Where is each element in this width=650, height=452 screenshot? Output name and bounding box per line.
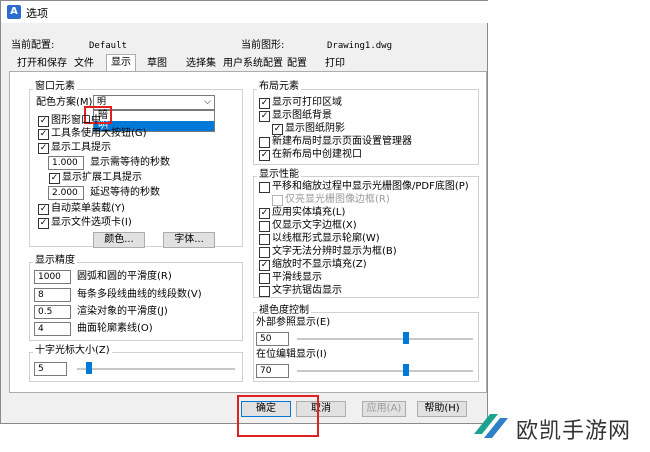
watermark-logo-icon — [474, 414, 508, 438]
checkbox-paper-background[interactable]: ✓ — [259, 111, 270, 122]
fonts-button[interactable]: 字体... — [163, 232, 215, 248]
tab-selection[interactable]: 选择集 — [182, 56, 220, 71]
tooltip-delay-input[interactable]: 1.000 — [48, 156, 84, 170]
title-bar: A 选项 — [1, 1, 489, 23]
wireframe-silhouette-label: 以线框形式显示轮廓(W) — [272, 233, 380, 244]
extended-delay-label: 延迟等待的秒数 — [90, 187, 160, 198]
watermark-text: 欧凯手游网 — [516, 419, 632, 444]
crosshair-size-input[interactable]: 5 — [34, 362, 67, 376]
checkbox-raster-pan-zoom[interactable] — [259, 182, 270, 193]
checkbox-large-buttons[interactable]: ✓ — [38, 129, 49, 140]
render-smoothness-label: 渲染对象的平滑度(J) — [77, 306, 168, 317]
checkbox-file-tabs[interactable]: ✓ — [38, 218, 49, 229]
checkbox-wireframe-silhouette[interactable] — [259, 234, 270, 245]
options-dialog: A 选项 当前配置: Default 当前图形: Drawing1.dwg 打开… — [0, 0, 489, 437]
crosshair-slider-thumb[interactable] — [86, 362, 92, 374]
fade-control-title: 褪色度控制 — [257, 305, 311, 317]
checkbox-page-setup-manager[interactable] — [259, 137, 270, 148]
contour-lines-label: 曲面轮廓素线(O) — [77, 323, 153, 334]
xref-fade-slider-thumb[interactable] — [403, 332, 409, 344]
no-fill-zoom-label: 缩放时不显示填充(Z) — [272, 259, 367, 270]
app-icon: A — [7, 5, 21, 19]
inplace-fade-slider-thumb[interactable] — [403, 364, 409, 376]
crosshair-slider-track — [77, 368, 235, 370]
xref-fade-input[interactable]: 50 — [256, 332, 289, 346]
text-antialias-label: 文字抗锯齿显示 — [272, 285, 342, 296]
large-buttons-label: 工具条使用大按钮(G) — [51, 128, 147, 139]
page-setup-manager-label: 新建布局时显示页面设置管理器 — [272, 136, 412, 147]
arc-smoothness-label: 圆弧和圆的平滑度(R) — [77, 271, 172, 282]
inplace-fade-slider-track — [297, 370, 473, 372]
current-profile-value: Default — [89, 41, 127, 51]
apply-button[interactable]: 应用(A) — [362, 401, 406, 417]
smooth-lines-label: 平滑线显示 — [272, 272, 322, 283]
crosshair-title: 十字光标大小(Z) — [33, 345, 112, 357]
raster-frame-only-label: 仅亮显光栅图像边框(R) — [285, 194, 390, 205]
checkbox-text-frame-only[interactable] — [259, 221, 270, 232]
checkbox-graphics-window[interactable]: ✓ — [38, 116, 49, 127]
tab-drafting[interactable]: 草图 — [143, 56, 171, 71]
display-precision-title: 显示精度 — [33, 255, 77, 267]
text-frame-only-label: 仅显示文字边框(X) — [272, 220, 357, 231]
extended-delay-input[interactable]: 2.000 — [48, 186, 84, 200]
tab-user-preferences[interactable]: 用户系统配置 — [219, 56, 287, 71]
tab-open-save[interactable]: 打开和保存 — [13, 56, 71, 71]
file-tabs-label: 显示文件选项卡(I) — [51, 217, 132, 228]
window-title: 选项 — [26, 7, 48, 20]
help-button[interactable]: 帮助(H) — [417, 401, 467, 417]
layout-elements-title: 布局元素 — [257, 81, 301, 93]
tab-plot[interactable]: 打印 — [321, 56, 349, 71]
arc-smoothness-input[interactable]: 1000 — [34, 270, 71, 284]
auto-menu-load-label: 自动菜单装载(Y) — [51, 203, 125, 214]
contour-lines-input[interactable]: 4 — [34, 322, 71, 336]
checkbox-text-antialias[interactable] — [259, 286, 270, 297]
checkbox-extended-tooltips[interactable]: ✓ — [49, 173, 60, 184]
tab-profiles[interactable]: 配置 — [283, 56, 311, 71]
tab-display[interactable]: 显示 — [106, 54, 136, 72]
checkbox-create-viewport[interactable]: ✓ — [259, 150, 270, 161]
polyline-segments-label: 每条多段线曲线的线段数(V) — [77, 289, 202, 300]
checkbox-solid-fill[interactable]: ✓ — [259, 208, 270, 219]
solid-fill-label: 应用实体填充(L) — [272, 207, 346, 218]
render-smoothness-input[interactable]: 0.5 — [34, 305, 71, 319]
polyline-segments-input[interactable]: 8 — [34, 288, 71, 302]
extended-tooltips-label: 显示扩展工具提示 — [62, 172, 142, 183]
inplace-edit-label: 在位编辑显示(I) — [256, 349, 327, 360]
display-performance-title: 显示性能 — [257, 169, 301, 181]
checkbox-smooth-lines[interactable] — [259, 273, 270, 284]
checkbox-text-as-box[interactable] — [259, 247, 270, 258]
current-profile-label: 当前配置: — [11, 40, 55, 51]
text-as-box-label: 文字无法分辨时显示为框(B) — [272, 246, 397, 257]
graphics-window-label: 图形窗口中 — [51, 115, 101, 126]
highlight-box-ok — [237, 395, 319, 437]
current-drawing-value: Drawing1.dwg — [327, 41, 393, 51]
paper-shadow-label: 显示图纸阴影 — [285, 123, 345, 134]
paper-background-label: 显示图纸背景 — [272, 110, 332, 121]
chevron-down-icon: ⌵ — [204, 97, 211, 107]
current-drawing-label: 当前图形: — [241, 40, 285, 51]
raster-pan-zoom-label: 平移和缩放过程中显示光栅图像/PDF底图(P) — [272, 181, 469, 192]
tooltips-label: 显示工具提示 — [51, 142, 111, 153]
checkbox-auto-menu-load[interactable]: ✓ — [38, 204, 49, 215]
inplace-fade-input[interactable]: 70 — [256, 364, 289, 378]
tab-files[interactable]: 文件 — [70, 56, 98, 71]
dropdown-option-dark[interactable]: 暗 — [96, 111, 212, 121]
xref-display-label: 外部参照显示(E) — [256, 317, 331, 328]
tooltip-delay-label: 显示需等待的秒数 — [90, 157, 170, 168]
checkbox-paper-shadow[interactable]: ✓ — [272, 124, 283, 135]
xref-fade-slider-track — [297, 338, 473, 340]
printable-area-label: 显示可打印区域 — [272, 97, 342, 108]
window-elements-title: 窗口元素 — [33, 81, 77, 93]
checkbox-no-fill-zoom[interactable]: ✓ — [259, 260, 270, 271]
checkbox-raster-frame-only[interactable] — [272, 195, 283, 206]
colors-button[interactable]: 颜色... — [93, 232, 145, 248]
checkbox-tooltips[interactable]: ✓ — [38, 143, 49, 154]
create-viewport-label: 在新布局中创建视口 — [272, 149, 362, 160]
checkbox-printable-area[interactable]: ✓ — [259, 98, 270, 109]
